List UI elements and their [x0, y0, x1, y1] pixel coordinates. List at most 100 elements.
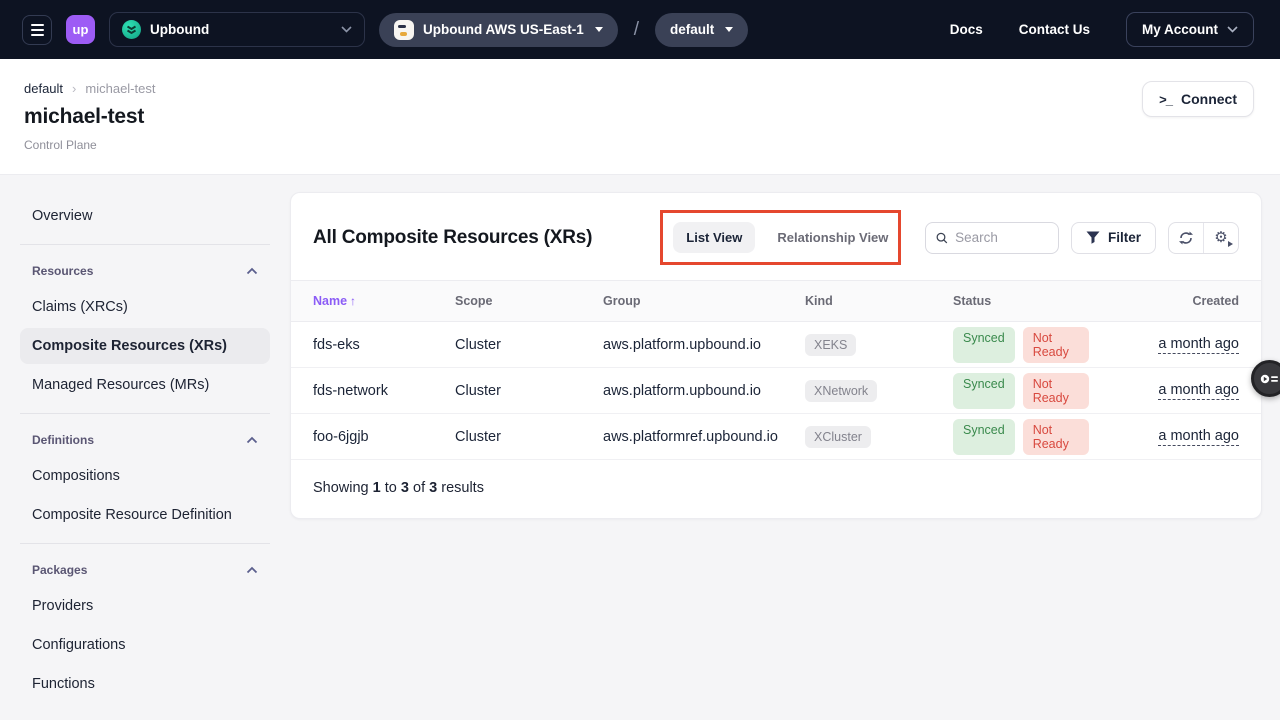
breadcrumb-default[interactable]: default: [24, 81, 63, 96]
relationship-view-tab[interactable]: Relationship View: [777, 230, 888, 245]
cell-name[interactable]: fds-eks: [313, 337, 455, 353]
connect-button[interactable]: >_ Connect: [1142, 81, 1254, 117]
sidebar: Overview Resources Claims (XRCs) Composi…: [20, 192, 270, 705]
search-input[interactable]: [955, 230, 1048, 245]
status-badge-synced: Synced: [953, 327, 1015, 363]
created-timestamp[interactable]: a month ago: [1158, 336, 1239, 354]
composite-resources-panel: All Composite Resources (XRs) List View …: [290, 192, 1262, 519]
cell-scope: Cluster: [455, 383, 603, 399]
sidebar-section-definitions[interactable]: Definitions: [20, 424, 270, 455]
red-annotation-rectangle: List View Relationship View: [660, 210, 901, 265]
section-label: Definitions: [32, 433, 94, 447]
my-account-label: My Account: [1142, 22, 1218, 37]
breadcrumb: default › michael-test: [24, 81, 155, 96]
kind-badge: XNetwork: [805, 380, 877, 402]
breadcrumb-current: michael-test: [85, 81, 155, 96]
sort-ascending-icon: ↑: [350, 294, 356, 308]
top-navigation-bar: up Upbound Upbound AWS US-East-1 / defau…: [0, 0, 1280, 59]
auto-refresh-settings-button[interactable]: ⚙: [1204, 223, 1238, 253]
group-select[interactable]: default: [655, 13, 748, 47]
contact-us-link[interactable]: Contact Us: [1019, 22, 1090, 37]
results-total: 3: [429, 480, 437, 496]
sidebar-item-claims[interactable]: Claims (XRCs): [20, 289, 270, 325]
status-badge-not-ready: Not Ready: [1023, 419, 1089, 455]
divider: [20, 413, 270, 414]
hamburger-menu-button[interactable]: [22, 15, 52, 45]
results-from: 1: [373, 480, 381, 496]
sidebar-item-composite-resources[interactable]: Composite Resources (XRs): [20, 328, 270, 364]
divider: [20, 543, 270, 544]
cell-scope: Cluster: [455, 337, 603, 353]
search-icon: [936, 231, 948, 245]
column-header-kind[interactable]: Kind: [805, 294, 953, 308]
created-timestamp[interactable]: a month ago: [1158, 382, 1239, 400]
cell-group: aws.platform.upbound.io: [603, 337, 805, 353]
my-account-button[interactable]: My Account: [1126, 12, 1254, 47]
sidebar-item-overview[interactable]: Overview: [20, 198, 270, 234]
search-field[interactable]: [925, 222, 1059, 254]
upbound-logo[interactable]: up: [66, 15, 95, 44]
kind-badge: XCluster: [805, 426, 871, 448]
sidebar-item-managed-resources[interactable]: Managed Resources (MRs): [20, 367, 270, 403]
results-summary: Showing 1 to 3 of 3 results: [291, 460, 1261, 518]
caret-down-icon: [725, 27, 733, 32]
cell-name[interactable]: fds-network: [313, 383, 455, 399]
cell-group: aws.platform.upbound.io: [603, 383, 805, 399]
control-plane-select[interactable]: Upbound AWS US-East-1: [379, 13, 618, 47]
column-header-created[interactable]: Created: [1089, 294, 1239, 308]
chevron-up-icon: [246, 436, 258, 444]
connect-label: Connect: [1181, 91, 1237, 107]
filter-label: Filter: [1108, 230, 1141, 245]
status-badge-synced: Synced: [953, 419, 1015, 455]
organization-select-value: Upbound: [150, 22, 209, 37]
docs-link[interactable]: Docs: [950, 22, 983, 37]
refresh-button[interactable]: [1169, 223, 1203, 253]
table-row[interactable]: fds-eks Cluster aws.platform.upbound.io …: [291, 322, 1261, 368]
sidebar-item-xrd[interactable]: Composite Resource Definition: [20, 497, 270, 533]
results-to: 3: [401, 480, 409, 496]
organization-select[interactable]: Upbound: [109, 12, 365, 47]
control-plane-select-value: Upbound AWS US-East-1: [423, 22, 584, 37]
list-view-tab[interactable]: List View: [673, 222, 755, 253]
chevron-up-icon: [246, 267, 258, 275]
panel-title: All Composite Resources (XRs): [313, 227, 592, 249]
status-badge-synced: Synced: [953, 373, 1015, 409]
table-row[interactable]: fds-network Cluster aws.platform.upbound…: [291, 368, 1261, 414]
column-header-group[interactable]: Group: [603, 294, 805, 308]
caret-down-icon: [595, 27, 603, 32]
sidebar-section-resources[interactable]: Resources: [20, 255, 270, 286]
section-label: Packages: [32, 563, 87, 577]
hamburger-icon: [31, 24, 44, 26]
column-header-name[interactable]: Name↑: [313, 294, 455, 308]
chevron-up-icon: [246, 566, 258, 574]
cell-group: aws.platformref.upbound.io: [603, 429, 805, 445]
sidebar-item-configurations[interactable]: Configurations: [20, 627, 270, 663]
floating-widget-button[interactable]: [1251, 360, 1280, 397]
page-header: default › michael-test michael-test Cont…: [0, 59, 1280, 175]
column-header-status[interactable]: Status: [953, 294, 1089, 308]
sidebar-item-compositions[interactable]: Compositions: [20, 458, 270, 494]
sidebar-item-providers[interactable]: Providers: [20, 588, 270, 624]
terminal-icon: >_: [1159, 92, 1172, 107]
view-toggle: List View Relationship View: [673, 222, 888, 253]
filter-funnel-icon: [1086, 231, 1100, 244]
created-timestamp[interactable]: a month ago: [1158, 428, 1239, 446]
table-header-row: Name↑ Scope Group Kind Status Created: [291, 280, 1261, 322]
page-subtitle: Control Plane: [24, 138, 155, 152]
breadcrumb-separator-icon: ›: [72, 81, 76, 96]
section-label: Resources: [32, 264, 93, 278]
composite-resources-table: Name↑ Scope Group Kind Status Created fd…: [291, 280, 1261, 518]
filter-button[interactable]: Filter: [1071, 222, 1156, 254]
kind-badge: XEKS: [805, 334, 856, 356]
column-header-scope[interactable]: Scope: [455, 294, 603, 308]
sidebar-section-packages[interactable]: Packages: [20, 554, 270, 585]
path-separator: /: [632, 19, 641, 41]
chevron-down-icon: [1227, 26, 1238, 33]
page-title: michael-test: [24, 105, 155, 129]
cell-scope: Cluster: [455, 429, 603, 445]
divider: [20, 244, 270, 245]
sidebar-item-functions[interactable]: Functions: [20, 666, 270, 702]
table-row[interactable]: foo-6jgjb Cluster aws.platformref.upboun…: [291, 414, 1261, 460]
group-select-value: default: [670, 22, 714, 37]
cell-name[interactable]: foo-6jgjb: [313, 429, 455, 445]
